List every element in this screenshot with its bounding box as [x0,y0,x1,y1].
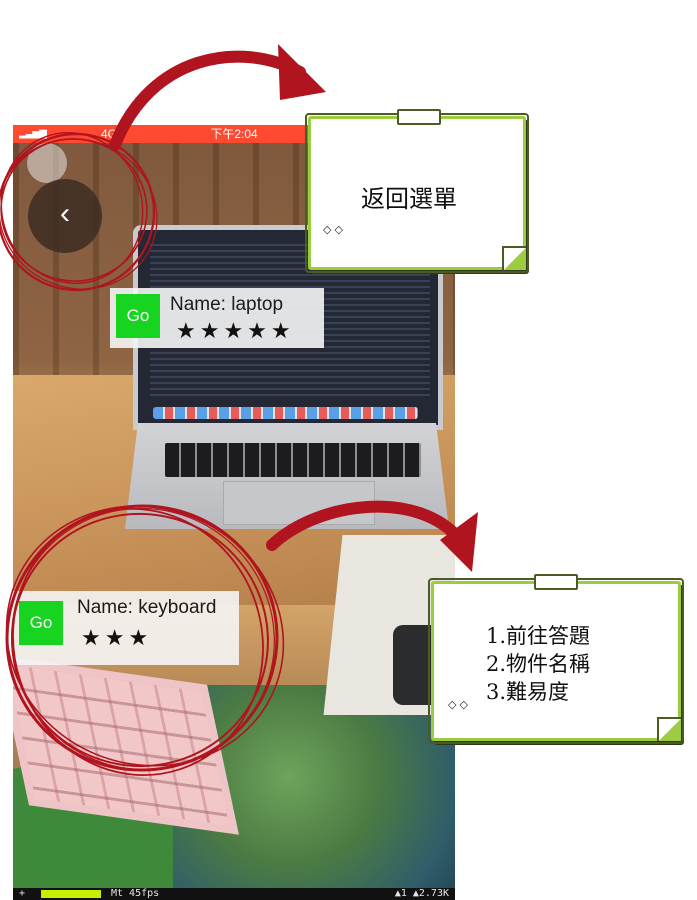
camera-indicator [27,143,67,183]
network-readout: ▲1 ▲2.73K [394,888,449,899]
object-name: Name: keyboard [77,597,217,618]
keyboard-rows [13,664,230,826]
object-name: Name: laptop [170,294,284,315]
annotation-note-back: 返回選單 ◇ ◇ [305,109,529,273]
note-line-3: 3.難易度 [486,680,570,704]
go-button[interactable]: Go [116,294,160,338]
dock-image [153,407,418,419]
note-corner [657,717,681,741]
back-button[interactable]: ‹ [28,179,102,253]
chevron-left-icon: ‹ [60,197,70,230]
laptop-keyboard [165,443,421,477]
debug-plus: + [19,888,26,899]
fps-readout: Mt 45fps [111,888,160,899]
difficulty-stars: ★★★★★ [176,318,295,343]
note-line-1: 1.前往答題 [486,624,591,648]
note-corner [502,246,526,270]
go-button[interactable]: Go [19,601,63,645]
laptop-trackpad [223,481,375,525]
debug-stats-bar: + Mt 45fps ▲1 ▲2.73K [13,888,455,900]
sparkle-icon: ◇ ◇ [448,699,468,711]
note-clip [397,109,441,125]
ar-label-laptop: Go Name: laptop ★★★★★ [110,288,324,348]
ar-label-keyboard: Go Name: keyboard ★★★ [13,591,239,665]
annotation-note-labels: 1.前往答題 2.物件名稱 3.難易度 ◇ ◇ [428,574,684,744]
note-line-2: 2.物件名稱 [486,652,591,676]
note-text-list: 1.前往答題 2.物件名稱 3.難易度 [486,622,590,706]
note-clip [534,574,578,590]
sparkle-icon: ◇ ◇ [323,224,343,236]
difficulty-stars: ★★★ [81,625,153,650]
note-text: 返回選單 [361,185,457,213]
debug-meter [41,890,101,898]
